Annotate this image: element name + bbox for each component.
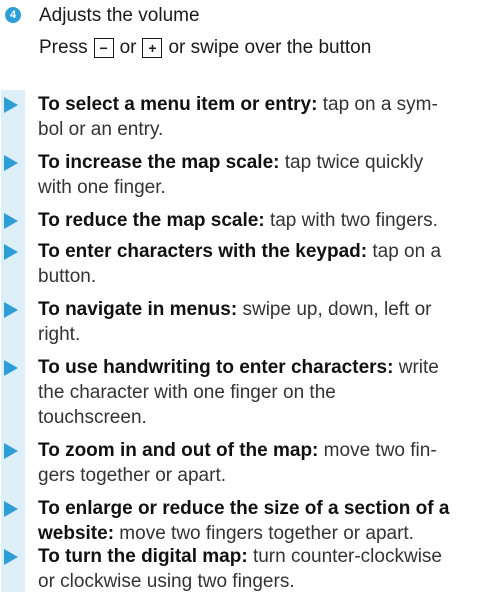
item-text: tap with two fingers. [264,210,438,231]
item-text: gers together or apart. [38,465,226,486]
item-text: tap on a sym- [317,94,438,115]
item-text: bol or an entry. [38,119,164,140]
item-heading: To enlarge or reduce the size of a secti… [38,498,450,519]
item-text: tap twice quickly [279,152,424,173]
item-text: swipe up, down, left or [237,299,432,320]
item-heading: To increase the map scale: [38,152,280,173]
item-text: move two fingers together or apart. [114,523,414,544]
or-text: or [119,37,137,58]
bullet-arrow-icon [4,97,18,113]
bullet-arrow-icon [4,501,18,517]
bullet-arrow-icon [4,244,18,260]
bullet-arrow-icon [4,360,18,376]
item-heading: To zoom in and out of the map: [38,440,319,461]
callout-instructions: Press − or + or swipe over the button [39,36,371,60]
item-heading: website: [38,523,115,544]
item-text: touchscreen. [38,407,147,428]
item-text: or clockwise using two fingers. [38,571,295,592]
item-text: tap on a [367,241,442,262]
callout-title: Adjusts the volume [39,5,200,26]
press-text: Press [39,37,88,58]
bullet-arrow-icon [4,302,18,318]
manual-page: 4 Adjusts the volume Press − or + or swi… [0,0,485,592]
item-text: write [393,357,439,378]
plus-key-icon: + [142,38,163,58]
item-heading: To select a menu item or entry: [38,94,318,115]
item-text: right. [38,324,81,345]
bullet-arrow-icon [4,549,18,565]
item-heading: To enter characters with the keypad: [38,241,368,262]
item-text: turn counter-clockwise [247,546,442,567]
bullet-arrow-icon [4,213,18,229]
bullet-arrow-icon [4,155,18,171]
item-heading: To navigate in menus: [38,299,238,320]
item-heading: To reduce the map scale: [38,210,265,231]
item-heading: To turn the digital map: [38,546,248,567]
callout-number-badge: 4 [5,7,21,23]
swipe-text: or swipe over the button [168,37,372,58]
minus-key-icon: − [93,38,114,58]
item-text: with one finger. [38,177,166,198]
item-heading: To use handwriting to enter characters: [38,357,394,378]
item-text: button. [38,266,97,287]
item-text: move two fin- [318,440,437,461]
item-text: the character with one finger on the [38,382,336,403]
bullet-arrow-icon [4,443,18,459]
